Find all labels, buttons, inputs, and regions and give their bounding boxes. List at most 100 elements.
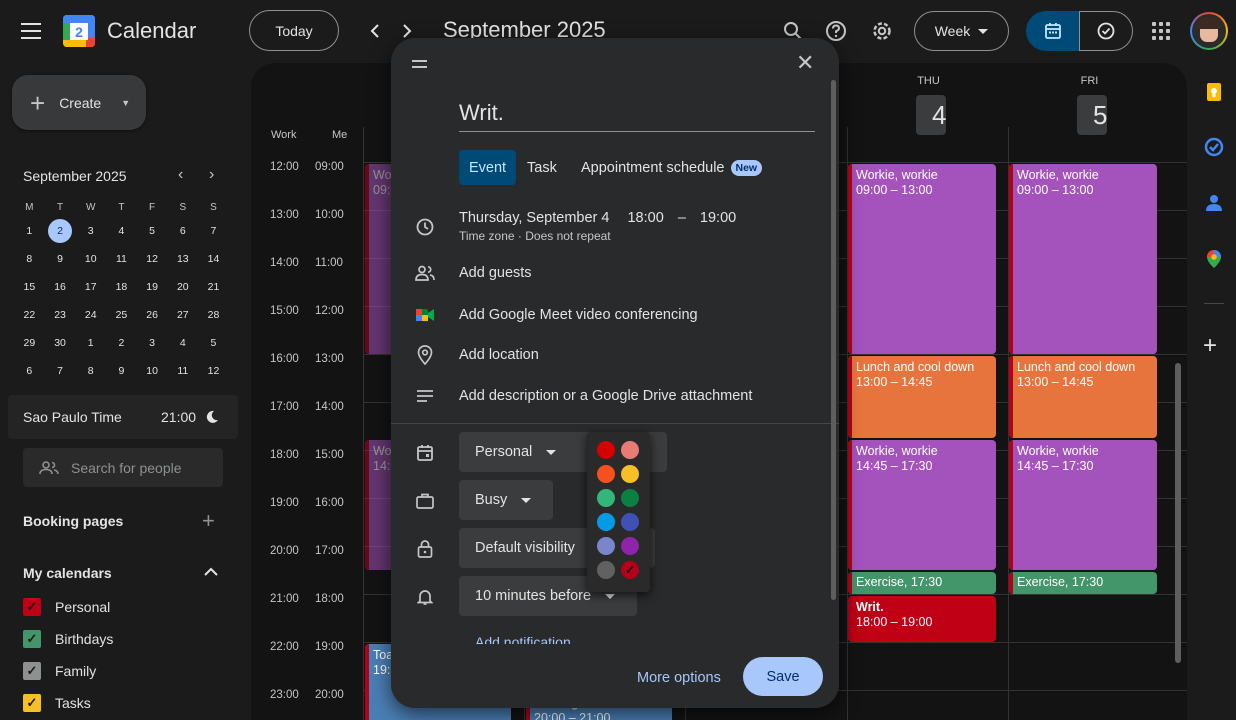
add-booking-page-plus-icon[interactable]: + [202,508,215,534]
tab-task[interactable]: Task [517,150,567,185]
day-header-thu[interactable]: THU 4 [848,75,1009,135]
mini-calendar-day[interactable]: 4 [167,329,198,357]
color-swatch[interactable] [621,537,639,555]
mini-calendar-day[interactable]: 7 [198,217,229,245]
mini-calendar-day[interactable]: 4 [106,217,137,245]
my-calendars-title[interactable]: My calendars [23,565,112,581]
mini-calendar-day[interactable]: 13 [167,245,198,273]
collapse-chevron-up-icon[interactable] [204,567,218,577]
event-thu-workie-morning[interactable]: Workie, workie 09:00 – 13:00 [848,164,996,354]
tasks-app-icon[interactable] [1204,137,1224,157]
booking-pages-title[interactable]: Booking pages [23,513,123,529]
event-fri-lunch[interactable]: Lunch and cool down 13:00 – 14:45 [1009,356,1157,438]
mini-calendar-day[interactable]: 3 [137,329,168,357]
mini-calendar-day[interactable]: 5 [137,217,168,245]
mini-calendar-day[interactable]: 2 [106,329,137,357]
mini-calendar-day[interactable]: 5 [198,329,229,357]
mini-calendar-day[interactable]: 8 [75,357,106,385]
mini-calendar-day[interactable]: 23 [45,301,76,329]
checkbox-check-icon[interactable]: ✓ [23,694,41,712]
add-location-button[interactable]: Add location [459,347,539,363]
color-swatch[interactable] [597,489,615,507]
mini-calendar-day[interactable]: 26 [137,301,168,329]
checkbox-check-icon[interactable]: ✓ [23,662,41,680]
color-swatch[interactable] [597,465,615,483]
view-selector[interactable]: Week [914,11,1009,51]
checkbox-check-icon[interactable]: ✓ [23,598,41,616]
checkbox-check-icon[interactable]: ✓ [23,630,41,648]
availability-dropdown[interactable]: Busy [459,480,553,520]
today-button[interactable]: Today [249,10,339,51]
color-swatch[interactable] [597,513,615,531]
close-icon[interactable]: ✕ [796,50,814,76]
mini-calendar-day[interactable]: 29 [14,329,45,357]
mini-calendar-day[interactable]: 16 [45,273,76,301]
event-end-time[interactable]: 19:00 [700,210,736,226]
google-apps-grid-icon[interactable] [1141,11,1181,51]
settings-gear-icon[interactable] [862,11,902,51]
mini-calendar-day[interactable]: 8 [14,245,45,273]
add-meet-button[interactable]: Add Google Meet video conferencing [459,307,698,323]
event-fri-workie-afternoon[interactable]: Workie, workie 14:45 – 17:30 [1009,440,1157,570]
maps-pin-icon[interactable] [1204,249,1224,269]
event-date[interactable]: Thursday, September 4 [459,210,609,226]
mini-calendar-day[interactable]: 3 [75,217,106,245]
add-description-button[interactable]: Add description or a Google Drive attach… [459,388,752,404]
calendar-item-tasks[interactable]: ✓ Tasks [23,694,91,712]
create-button[interactable]: + Create ▼ [12,75,146,130]
mini-calendar-day[interactable]: 24 [75,301,106,329]
mini-calendar-day[interactable]: 28 [198,301,229,329]
day-header-fri[interactable]: FRI 5 [1009,75,1170,135]
tab-event[interactable]: Event [459,150,517,185]
search-people-input[interactable]: Search for people [23,448,223,487]
mini-calendar-day[interactable]: 27 [167,301,198,329]
mini-calendar-prev-chevron-icon[interactable]: ‹ [178,166,183,184]
dialog-scrollbar[interactable] [831,80,836,600]
keep-notes-icon[interactable] [1204,82,1224,102]
color-swatch[interactable] [597,537,615,555]
mini-calendar-day[interactable]: 12 [198,357,229,385]
mini-calendar-day[interactable]: 22 [14,301,45,329]
mini-calendar-day[interactable]: 19 [137,273,168,301]
mini-calendar-day[interactable]: 18 [106,273,137,301]
color-swatch[interactable] [621,465,639,483]
mini-calendar-day[interactable]: 7 [45,357,76,385]
contacts-icon[interactable] [1204,193,1224,213]
more-options-button[interactable]: More options [637,670,721,686]
mini-calendar-day[interactable]: 30 [45,329,76,357]
save-button[interactable]: Save [743,657,823,696]
calendar-item-birthdays[interactable]: ✓ Birthdays [23,630,113,648]
mini-calendar-day[interactable]: 6 [167,217,198,245]
account-avatar[interactable] [1190,12,1228,50]
color-swatch[interactable] [621,441,639,459]
event-fri-workie-morning[interactable]: Workie, workie 09:00 – 13:00 [1009,164,1157,354]
mini-calendar-day[interactable]: 17 [75,273,106,301]
event-thu-exercise[interactable]: Exercise, 17:30 [848,572,996,594]
color-swatch[interactable] [621,513,639,531]
add-addon-plus-icon[interactable]: + [1203,334,1217,358]
event-thu-workie-afternoon[interactable]: Workie, workie 14:45 – 17:30 [848,440,996,570]
mini-calendar-day[interactable]: 10 [75,245,106,273]
mini-calendar-day[interactable]: 12 [137,245,168,273]
mini-calendar-day[interactable]: 10 [137,357,168,385]
mini-calendar-day[interactable]: 6 [14,357,45,385]
timezone-repeat-info[interactable]: Time zone · Does not repeat [459,229,736,243]
mini-calendar-day[interactable]: 21 [198,273,229,301]
mini-calendar-day[interactable]: 9 [45,245,76,273]
mini-calendar-day[interactable]: 14 [198,245,229,273]
color-swatch[interactable] [597,441,615,459]
event-fri-exercise[interactable]: Exercise, 17:30 [1009,572,1157,594]
mini-calendar-day[interactable]: 1 [14,217,45,245]
mini-calendar-today[interactable]: 2 [45,217,76,245]
event-title-input[interactable]: Writ. [459,100,815,132]
event-thu-writ-draft[interactable]: Writ. 18:00 – 19:00 [848,596,996,642]
event-datetime[interactable]: Thursday, September 4 18:00 – 19:00 Time… [459,210,736,243]
app-title[interactable]: Calendar [107,18,196,44]
tasks-view-toggle[interactable] [1079,11,1133,51]
mini-calendar-next-chevron-icon[interactable]: › [209,166,214,184]
mini-calendar-day[interactable]: 9 [106,357,137,385]
grid-scrollbar[interactable] [1175,363,1181,663]
mini-calendar-day[interactable]: 15 [14,273,45,301]
color-swatch[interactable] [597,561,615,579]
add-guests-button[interactable]: Add guests [459,265,532,281]
